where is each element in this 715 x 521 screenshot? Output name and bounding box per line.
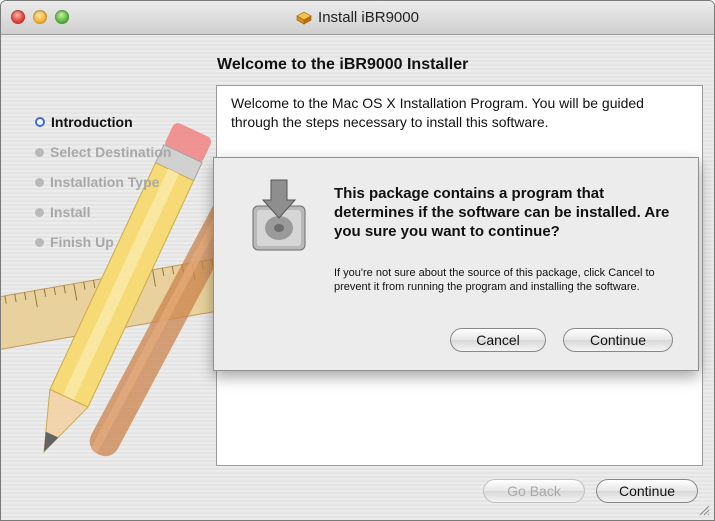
resize-handle-icon[interactable] — [698, 504, 710, 516]
step-label: Finish Up — [50, 234, 114, 250]
window-title: Install iBR9000 — [318, 9, 419, 26]
steps-list: Introduction Select Destination Installa… — [35, 107, 171, 257]
page-title: Welcome to the iBR9000 Installer — [217, 56, 469, 73]
step-label: Select Destination — [50, 144, 172, 160]
title-bar[interactable]: Install iBR9000 — [1, 1, 714, 35]
installer-package-icon — [252, 179, 306, 251]
step-label: Introduction — [51, 114, 133, 130]
step-label: Installation Type — [50, 174, 160, 190]
step-bullet-icon — [35, 147, 44, 157]
step-introduction: Introduction — [35, 107, 171, 137]
confirmation-dialog: This package contains a program that det… — [213, 157, 699, 371]
dialog-message: If you're not sure about the source of t… — [334, 267, 655, 293]
step-finish-up: Finish Up — [35, 227, 171, 257]
step-install: Install — [35, 197, 171, 227]
step-select-destination: Select Destination — [35, 137, 171, 167]
title-wrap: Install iBR9000 — [1, 1, 714, 34]
step-bullet-icon — [35, 237, 44, 247]
package-icon — [296, 11, 312, 25]
step-bullet-icon — [35, 207, 44, 217]
installer-window: Install iBR9000 Introduction Select Dest… — [0, 0, 715, 521]
welcome-text: Welcome to the Mac OS X Installation Pro… — [231, 95, 644, 130]
go-back-button[interactable]: Go Back — [483, 479, 585, 503]
continue-button[interactable]: Continue — [596, 479, 698, 503]
active-step-indicator-icon — [35, 117, 45, 127]
dialog-continue-button[interactable]: Continue — [563, 328, 673, 352]
cancel-button[interactable]: Cancel — [450, 328, 546, 352]
step-installation-type: Installation Type — [35, 167, 171, 197]
step-bullet-icon — [35, 177, 44, 187]
step-label: Install — [50, 204, 91, 220]
dialog-title: This package contains a program that det… — [334, 185, 670, 240]
